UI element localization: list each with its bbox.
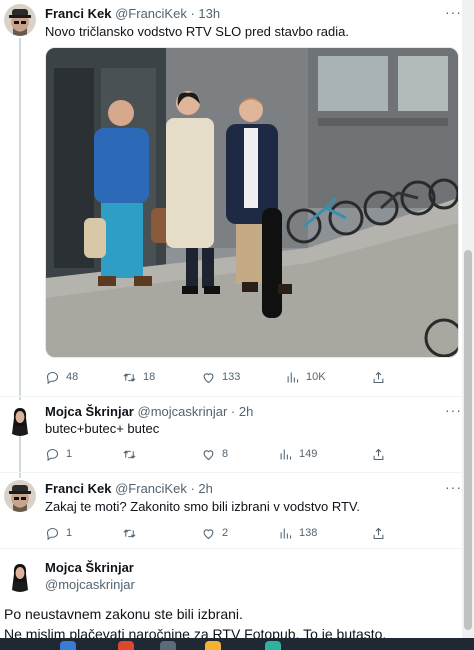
display-name[interactable]: Mojca Škrinjar <box>45 404 134 419</box>
focused-tweet-text-line-1: Po neustavnem zakonu ste bili izbrani. <box>4 606 243 622</box>
reply-count: 48 <box>66 371 79 383</box>
avatar[interactable] <box>4 560 36 592</box>
display-name[interactable]: Franci Kek <box>45 481 111 496</box>
reply-icon <box>46 448 59 461</box>
more-options-button[interactable]: ··· <box>445 479 462 495</box>
reply-icon <box>46 371 59 384</box>
tweet-3[interactable]: Franci Kek @FranciKek · 2h ··· Zakaj te … <box>0 474 462 544</box>
reply-count: 1 <box>66 448 73 460</box>
divider <box>0 472 474 473</box>
views-icon <box>280 449 292 459</box>
focused-tweet[interactable]: Mojca Škrinjar @mojcaskrinjar Po neustav… <box>0 556 462 642</box>
tweet-1[interactable]: Franci Kek @FranciKek · 13h ··· Novo tri… <box>0 0 462 395</box>
retweet-icon <box>123 528 136 538</box>
views-count: 149 <box>299 448 318 460</box>
like-icon <box>203 449 214 460</box>
share-button[interactable] <box>371 445 386 463</box>
display-name[interactable]: Mojca Škrinjar <box>45 560 134 575</box>
avatar[interactable] <box>4 404 36 436</box>
tweet-actions: 48 18 133 10K <box>45 368 395 386</box>
taskbar-app-icon[interactable] <box>160 641 176 650</box>
reply-button[interactable]: 1 <box>45 524 72 542</box>
tweet-text: butec+butec+ butec <box>45 421 160 436</box>
more-options-button[interactable]: ··· <box>445 402 462 418</box>
reply-icon <box>46 527 59 540</box>
divider <box>0 396 474 397</box>
retweet-button[interactable] <box>122 524 143 542</box>
taskbar-app-icon[interactable] <box>265 641 281 650</box>
tweet-2[interactable]: Mojca Škrinjar @mojcaskrinjar · 2h ··· b… <box>0 398 462 468</box>
separator-dot: · <box>230 404 236 419</box>
share-button[interactable] <box>371 524 386 542</box>
views-button[interactable]: 10K <box>285 368 326 386</box>
more-options-button[interactable]: ··· <box>445 4 462 20</box>
user-handle[interactable]: @mojcaskrinjar <box>138 404 228 419</box>
separator-dot: · <box>190 481 195 496</box>
like-icon <box>203 372 214 383</box>
views-count: 138 <box>299 527 318 539</box>
display-name-text[interactable]: Mojca Škrinjar <box>45 560 134 575</box>
retweet-button[interactable] <box>122 445 143 463</box>
tweet-actions: 1 8 149 <box>45 445 395 463</box>
user-handle[interactable]: @FranciKek <box>115 6 187 21</box>
views-icon <box>280 528 292 538</box>
reply-count: 1 <box>66 527 73 539</box>
retweet-icon <box>123 372 136 382</box>
timestamp[interactable]: 13h <box>198 6 220 21</box>
divider <box>0 548 474 549</box>
taskbar <box>0 638 474 650</box>
views-button[interactable]: 138 <box>278 524 317 542</box>
like-button[interactable]: 2 <box>201 524 228 542</box>
share-icon <box>373 371 384 383</box>
display-name[interactable]: Franci Kek <box>45 6 111 21</box>
retweet-count: 18 <box>143 371 156 383</box>
user-handle[interactable]: @mojcaskrinjar <box>45 577 135 592</box>
avatar[interactable] <box>4 4 36 36</box>
tweet-header: Franci Kek @FranciKek · 2h <box>45 481 213 496</box>
taskbar-app-icon[interactable] <box>205 641 221 650</box>
views-icon <box>287 372 299 382</box>
share-icon <box>373 448 384 460</box>
views-button[interactable]: 149 <box>278 445 317 463</box>
tweet-text: Zakaj te moti? Zakonito smo bili izbrani… <box>45 499 361 514</box>
tweet-photo[interactable] <box>45 47 459 358</box>
views-count: 10K <box>306 371 326 383</box>
like-button[interactable]: 133 <box>201 368 240 386</box>
user-handle-text[interactable]: @mojcaskrinjar <box>45 577 135 592</box>
separator-dot: · <box>190 6 195 21</box>
like-count: 133 <box>222 371 241 383</box>
tweet-text: Novo tričlansko vodstvo RTV SLO pred sta… <box>45 24 349 39</box>
timestamp[interactable]: 2h <box>239 404 253 419</box>
share-button[interactable] <box>371 368 386 386</box>
taskbar-app-icon[interactable] <box>118 641 134 650</box>
retweet-icon <box>123 449 136 459</box>
taskbar-app-icon[interactable] <box>60 641 76 650</box>
scrollbar-thumb[interactable] <box>464 250 472 630</box>
share-icon <box>373 527 384 539</box>
scrollbar[interactable] <box>462 0 474 650</box>
tweet-header: Mojca Škrinjar @mojcaskrinjar · 2h <box>45 404 253 419</box>
avatar[interactable] <box>4 480 36 512</box>
user-handle[interactable]: @FranciKek <box>115 481 187 496</box>
like-icon <box>203 528 214 539</box>
like-button[interactable]: 8 <box>201 445 228 463</box>
timestamp[interactable]: 2h <box>198 481 212 496</box>
reply-button[interactable]: 1 <box>45 445 72 463</box>
retweet-button[interactable]: 18 <box>122 368 155 386</box>
tweet-header: Franci Kek @FranciKek · 13h <box>45 6 220 21</box>
reply-button[interactable]: 48 <box>45 368 78 386</box>
tweet-actions: 1 2 138 <box>45 524 395 542</box>
like-count: 2 <box>222 527 229 539</box>
like-count: 8 <box>222 448 229 460</box>
